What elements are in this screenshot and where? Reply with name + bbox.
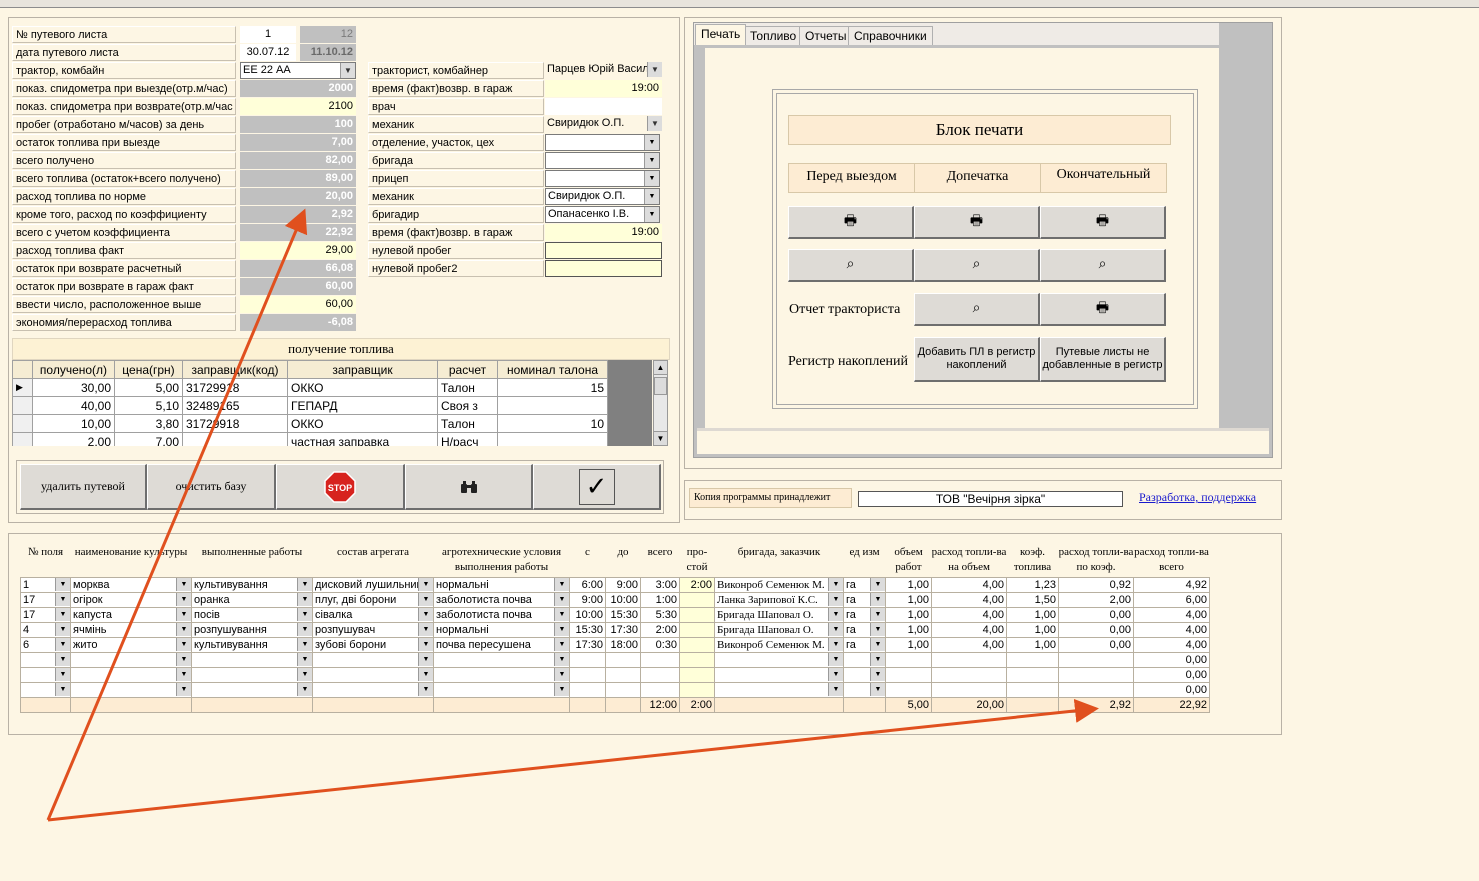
tab-label: Печать: [701, 27, 741, 41]
annotation-arrows: [46, 208, 1099, 822]
tab-print[interactable]: Печать: [695, 24, 747, 45]
arrow-to-coefficient-consumption: [46, 208, 308, 821]
arrow-to-coefficient-total: [47, 698, 1099, 822]
